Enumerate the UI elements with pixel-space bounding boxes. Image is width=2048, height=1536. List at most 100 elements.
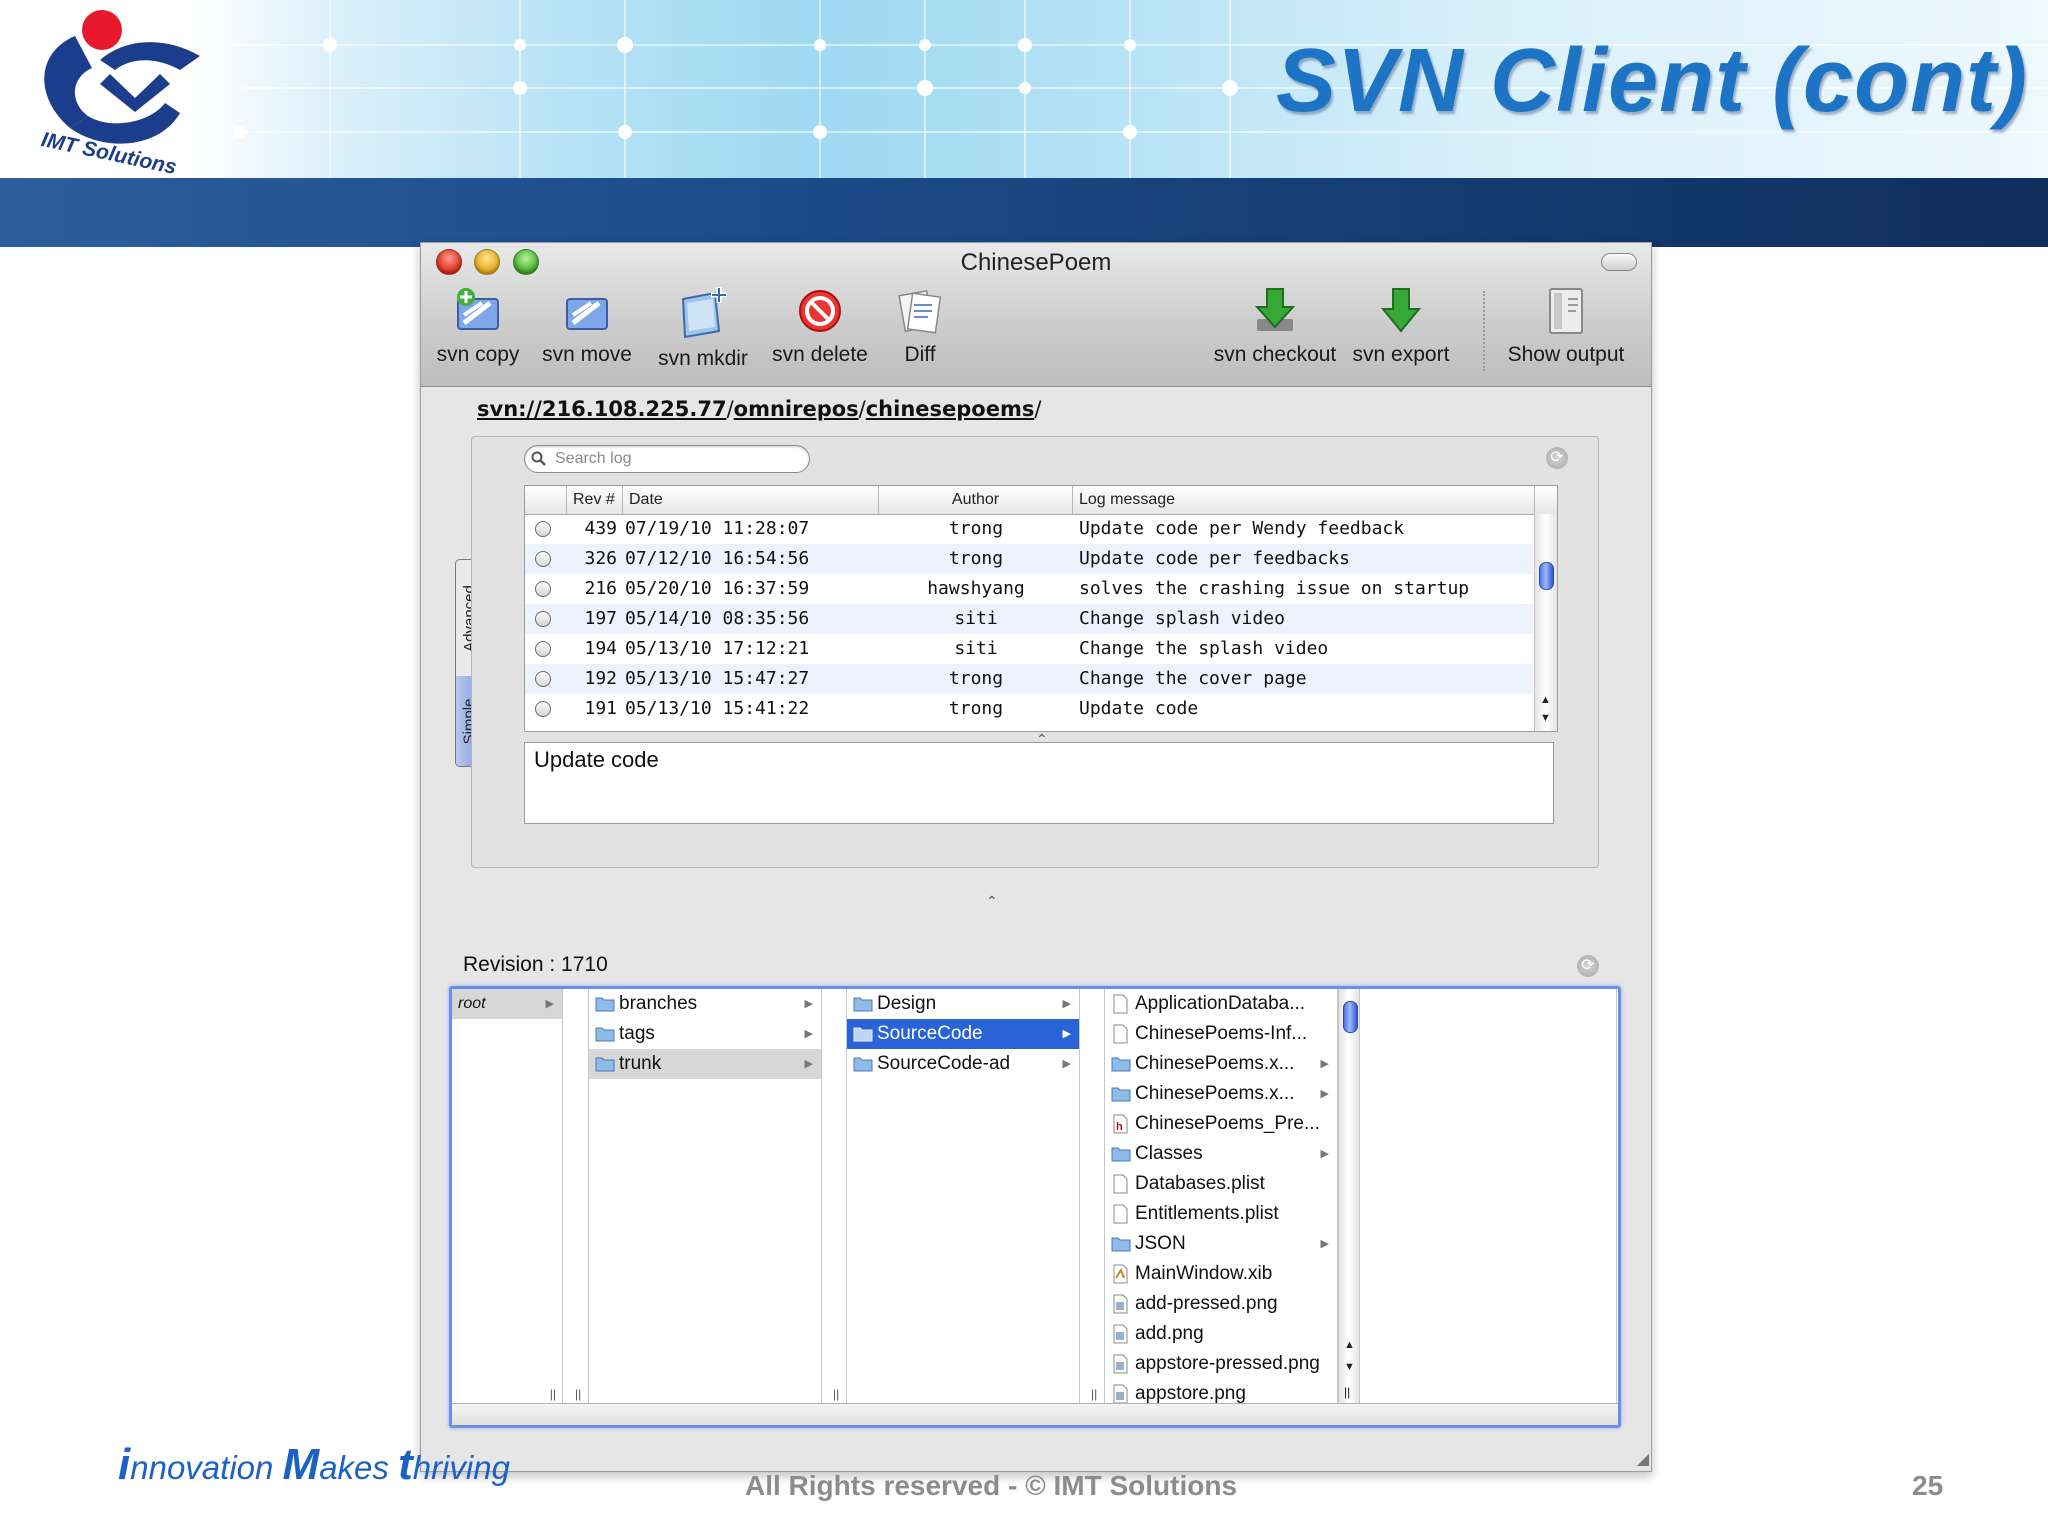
browser-item[interactable]: JSON ▶ [1105,1229,1337,1259]
svn-copy-icon [457,288,499,330]
browser-item[interactable]: appstore-pressed.png [1105,1349,1337,1379]
browser-item[interactable]: SourceCode-ad ▶ [847,1049,1079,1079]
log-message-detail[interactable]: Update code [524,742,1554,824]
slogan-word: akes [319,1449,399,1486]
svn-export-label: svn export [1352,343,1450,366]
date-cell: 05/13/10 17:12:21 [625,638,810,659]
browser-item[interactable]: add.png [1105,1319,1337,1349]
browser-item[interactable]: MainWindow.xib [1105,1259,1337,1289]
browser-item-label: Entitlements.plist [1135,1203,1279,1224]
browser-item[interactable]: root ▶ [452,989,562,1019]
log-table-scrollbar[interactable]: ▲ ▼ [1534,514,1557,731]
browser-item[interactable]: Design ▶ [847,989,1079,1019]
refresh-log-button[interactable]: ⟳ [1546,447,1568,469]
browser-item[interactable]: ChinesePoems.x... ▶ [1105,1079,1337,1109]
column-resize-handle[interactable]: || [1344,1385,1350,1399]
folder-icon [1111,1237,1131,1252]
log-row[interactable]: 191 05/13/10 15:41:22 trong Update code [525,694,1533,724]
col-rev-header[interactable]: Rev # [567,486,623,514]
date-cell: 05/20/10 16:37:59 [625,578,810,599]
browser-item[interactable]: Classes ▶ [1105,1139,1337,1169]
browser-item[interactable]: Entitlements.plist [1105,1199,1337,1229]
browser-item-label: tags [619,1023,655,1044]
column-resize-handle[interactable]: || [833,1387,839,1401]
row-select-radio[interactable] [535,701,551,717]
file-icon [1113,1024,1128,1044]
svn-copy-button[interactable]: svn copy [433,285,523,367]
scroll-down-arrow[interactable]: ▼ [1540,712,1551,724]
browser-item[interactable]: ChinesePoems.x... ▶ [1105,1049,1337,1079]
row-select-radio[interactable] [535,581,551,597]
svn-move-button[interactable]: svn move [537,285,637,367]
log-row[interactable]: 192 05/13/10 15:47:27 trong Change the c… [525,664,1533,694]
chevron-right-icon: ▶ [804,1028,813,1040]
svn-move-label: svn move [542,343,632,366]
log-row[interactable]: 197 05/14/10 08:35:56 siti Change splash… [525,604,1533,634]
search-log-input[interactable] [553,447,797,471]
browser-item-label: ChinesePoems.x... [1135,1083,1295,1104]
rev-cell: 192 [584,668,617,689]
browser-item[interactable]: ApplicationDataba... [1105,989,1337,1019]
message-cell: Change splash video [1079,608,1285,629]
column-resize-handle[interactable]: || [550,1387,556,1401]
browser-item[interactable]: ChinesePoems-Inf... [1105,1019,1337,1049]
path-segment-repo[interactable]: omnirepos [734,397,859,421]
log-row[interactable]: 326 07/12/10 16:54:56 trong Update code … [525,544,1533,574]
browser-item[interactable]: h ChinesePoems_Pre... [1105,1109,1337,1139]
new-folder-icon [681,287,727,339]
scroll-up-arrow[interactable]: ▲ [1344,1339,1355,1351]
search-log-field[interactable] [524,445,810,473]
col-message-header[interactable]: Log message [1073,486,1535,514]
path-segment-scheme[interactable]: svn://216.108.225.77 [477,397,727,421]
row-select-radio[interactable] [535,671,551,687]
column-resize-handle[interactable]: || [575,1387,581,1401]
row-select-radio[interactable] [535,551,551,567]
browser-item-label: trunk [619,1053,662,1074]
log-row[interactable]: 194 05/13/10 17:12:21 siti Change the sp… [525,634,1533,664]
scroll-up-arrow[interactable]: ▲ [1540,694,1551,706]
browser-item-label: add.png [1135,1323,1204,1344]
col-date-header[interactable]: Date [623,486,879,514]
folder-icon [853,1057,873,1072]
author-cell: siti [954,638,998,659]
diff-button[interactable]: Diff [887,285,953,367]
log-row[interactable]: 439 07/19/10 11:28:07 trong Update code … [525,514,1533,544]
browser-item[interactable]: Databases.plist [1105,1169,1337,1199]
folder-icon [595,997,615,1012]
row-select-radio[interactable] [535,611,551,627]
log-scroll-thumb[interactable] [1539,562,1554,590]
row-select-radio[interactable] [535,521,551,537]
row-select-radio[interactable] [535,641,551,657]
browser-item[interactable]: tags ▶ [589,1019,821,1049]
col-select-header [525,486,567,514]
window-resize-grip[interactable]: ◢ [1637,1449,1649,1469]
toolbar-toggle-button[interactable] [1601,253,1637,271]
path-segment-project[interactable]: chinesepoems [866,397,1035,421]
output-panel-icon [1549,288,1583,334]
panel-split-grip[interactable]: ⌃ [986,893,998,910]
author-cell: trong [948,548,1004,569]
browser-horizontal-scrollbar[interactable] [452,1403,1618,1425]
svn-mkdir-button[interactable]: svn mkdir [651,285,755,371]
chevron-right-icon: ▶ [1320,1058,1329,1070]
file-icon [1113,1174,1128,1194]
column-resize-handle[interactable]: || [1091,1387,1097,1401]
browser-item-selected[interactable]: SourceCode ▶ [847,1019,1079,1049]
svn-delete-button[interactable]: svn delete [767,285,873,367]
show-output-button[interactable]: Show output [1501,285,1631,367]
col-author-header[interactable]: Author [879,486,1073,514]
date-cell: 07/12/10 16:54:56 [625,548,810,569]
svn-export-button[interactable]: svn export [1349,285,1453,367]
browser-item[interactable]: branches ▶ [589,989,821,1019]
refresh-browser-button[interactable]: ⟳ [1577,955,1599,977]
browser-item[interactable]: trunk ▶ [589,1049,821,1079]
slogan-word: nnovation [130,1449,283,1486]
date-cell: 07/19/10 11:28:07 [625,518,810,539]
browser-item-label: branches [619,993,698,1014]
svn-checkout-button[interactable]: svn checkout [1207,285,1343,367]
log-row[interactable]: 216 05/20/10 16:37:59 hawshyang solves t… [525,574,1533,604]
browser-item[interactable]: add-pressed.png [1105,1289,1337,1319]
browser-scroll-thumb[interactable] [1343,1001,1358,1033]
scroll-down-arrow[interactable]: ▼ [1344,1361,1355,1373]
browser-column-scrollbar[interactable]: ▲ ▼ || [1338,989,1359,1403]
